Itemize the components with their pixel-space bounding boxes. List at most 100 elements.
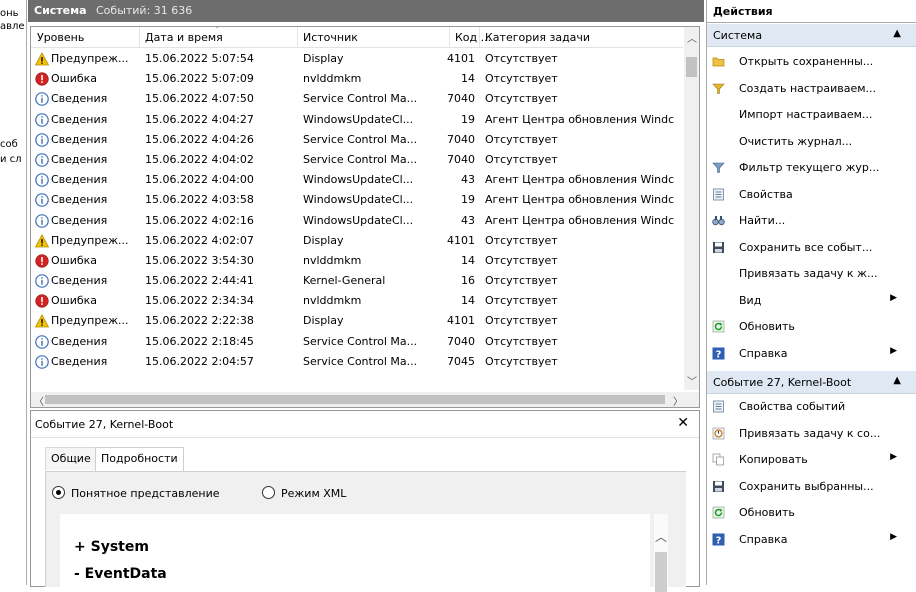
column-category[interactable]: Категория задачи [485, 31, 590, 44]
radio-unselected-icon[interactable] [262, 486, 275, 499]
table-row[interactable]: Предупреж... 15.06.2022 2:22:38 Display 410… [31, 311, 683, 331]
radio-selected-icon[interactable] [52, 486, 65, 499]
action-label: Справка [739, 532, 788, 546]
help-icon: ? [712, 347, 725, 360]
cell-source: WindowsUpdateCl... [303, 112, 414, 126]
table-row[interactable]: Предупреж... 15.06.2022 5:07:54 Display 410… [31, 49, 683, 69]
hscroll-thumb[interactable] [45, 395, 665, 404]
table-row[interactable]: Сведения 15.06.2022 4:04:02 Service Contro… [31, 150, 683, 170]
column-level[interactable]: Уровень [37, 31, 84, 44]
actions-section-system[interactable]: Система ▲ [707, 24, 916, 47]
table-row[interactable]: Сведения 15.06.2022 4:04:00 WindowsUpdateC… [31, 170, 683, 190]
tab-general[interactable]: Общие [45, 447, 97, 470]
table-row[interactable]: Ошибка 15.06.2022 2:34:34 nvlddmkm 14 Отсутс… [31, 291, 683, 311]
action-item[interactable]: Сохранить все событ... [707, 235, 916, 261]
submenu-arrow-icon: ▶ [890, 531, 897, 542]
warning-icon [34, 233, 50, 248]
cell-datetime: 15.06.2022 4:04:02 [145, 152, 254, 166]
column-divider[interactable] [297, 27, 298, 47]
cell-category: Отсутствует [485, 92, 558, 106]
tab-details[interactable]: Подробности [95, 447, 184, 472]
table-row[interactable]: Сведения 15.06.2022 2:18:45 Service Contro… [31, 332, 683, 352]
xml-node-system[interactable]: + System [74, 539, 149, 555]
scroll-up-icon[interactable]: ︿ [655, 528, 667, 545]
action-item[interactable]: Свойства событий [707, 394, 916, 420]
xml-scrollbar[interactable]: ︿ [654, 514, 668, 592]
action-item[interactable]: Привязать задачу к ж... [707, 261, 916, 287]
horizontal-scrollbar[interactable]: 〈 〉 [31, 392, 699, 407]
action-label: Привязать задачу к со... [739, 426, 881, 440]
cell-source: nvlddmkm [303, 72, 362, 86]
close-icon[interactable]: ✕ [677, 415, 689, 431]
xml-node-eventdata[interactable]: - EventData [74, 566, 167, 582]
column-divider[interactable] [139, 27, 140, 47]
cell-level: Сведения [51, 193, 108, 207]
action-label: Обновить [739, 320, 795, 333]
cell-code: 43 [461, 213, 475, 227]
action-item[interactable]: Импорт настраиваем... [707, 102, 916, 128]
action-item[interactable]: Обновить [707, 500, 916, 526]
scroll-left-icon[interactable]: 〈 [34, 393, 44, 407]
collapse-icon[interactable]: ▲ [893, 375, 901, 386]
action-item[interactable]: Фильтр текущего жур... [707, 155, 916, 181]
action-item[interactable]: ? Справка ▶ [707, 527, 916, 553]
xml-view-box: + System - EventData [60, 514, 650, 589]
radio-xml-view[interactable]: Режим XML [262, 486, 346, 500]
detail-title: Событие 27, Kernel-Boot [35, 418, 174, 431]
cell-source: WindowsUpdateCl... [303, 213, 414, 227]
column-source[interactable]: Источник [303, 31, 358, 44]
action-label: Очистить журнал... [739, 134, 853, 148]
table-row[interactable]: Сведения 15.06.2022 4:03:58 WindowsUpdateC… [31, 190, 683, 210]
action-item[interactable]: Привязать задачу к со... [707, 421, 916, 447]
column-datetime[interactable]: Дата и время [145, 31, 223, 44]
action-item[interactable]: Копировать ▶ [707, 447, 916, 473]
action-item[interactable]: Найти... [707, 208, 916, 234]
task-icon [712, 427, 725, 440]
cell-datetime: 15.06.2022 4:03:58 [145, 193, 254, 207]
actions-section-event[interactable]: Событие 27, Kernel-Boot ▲ [707, 371, 916, 394]
left-navigation-pane: онь авле соб и сл [0, 0, 27, 585]
scroll-down-icon[interactable]: ﹀ [687, 373, 697, 388]
left-fragment: соб [0, 139, 18, 150]
action-label: Справка [739, 346, 788, 360]
column-divider[interactable] [479, 27, 480, 47]
cell-category: Отсутствует [485, 334, 558, 348]
action-item[interactable]: Открыть сохраненны... [707, 49, 916, 75]
cell-source: nvlddmkm [303, 294, 362, 308]
cell-level: Ошибка [51, 253, 98, 267]
action-item[interactable]: Обновить [707, 314, 916, 340]
action-item[interactable]: Очистить журнал... [707, 129, 916, 155]
action-label: Сохранить все событ... [739, 240, 873, 254]
radio-friendly-view[interactable]: Понятное представление [52, 486, 220, 500]
scroll-thumb[interactable] [686, 57, 697, 77]
table-row[interactable]: Предупреж... 15.06.2022 4:02:07 Display 410… [31, 231, 683, 251]
table-row[interactable]: Сведения 15.06.2022 4:02:16 WindowsUpdateC… [31, 211, 683, 231]
table-row[interactable]: Сведения 15.06.2022 4:04:26 Service Contro… [31, 130, 683, 150]
action-item[interactable]: Сохранить выбранны... [707, 474, 916, 500]
table-row[interactable]: Ошибка 15.06.2022 3:54:30 nvlddmkm 14 Отсутс… [31, 251, 683, 271]
details-panel: Понятное представление Режим XML + Syste… [45, 471, 686, 592]
table-row[interactable]: Сведения 15.06.2022 2:04:57 Service Contro… [31, 352, 683, 372]
table-row[interactable]: Сведения 15.06.2022 4:07:50 Service Contro… [31, 89, 683, 109]
table-row[interactable]: Ошибка 15.06.2022 5:07:09 nvlddmkm 14 Отсутс… [31, 69, 683, 89]
submenu-arrow-icon: ▶ [890, 292, 897, 303]
action-item[interactable]: Вид ▶ [707, 288, 916, 314]
cell-category: Агент Центра обновления Windc [485, 112, 675, 126]
cell-datetime: 15.06.2022 4:02:16 [145, 213, 254, 227]
cell-source: WindowsUpdateCl... [303, 193, 414, 207]
collapse-icon[interactable]: ▲ [893, 28, 901, 39]
action-item[interactable]: Создать настраиваем... [707, 76, 916, 102]
table-body: Предупреж... 15.06.2022 5:07:54 Display 410… [31, 49, 683, 372]
action-label: Свойства событий [739, 400, 846, 413]
cell-code: 4101 [447, 233, 475, 247]
table-row[interactable]: Сведения 15.06.2022 2:44:41 Kernel-General… [31, 271, 683, 291]
xml-scroll-thumb[interactable] [655, 552, 667, 592]
events-table[interactable]: Уровень Дата и время Источник Код ... Ка… [30, 26, 700, 408]
column-divider[interactable] [449, 27, 450, 47]
table-row[interactable]: Сведения 15.06.2022 4:04:27 WindowsUpdateC… [31, 110, 683, 130]
action-item[interactable]: ? Справка ▶ [707, 341, 916, 367]
vertical-scrollbar[interactable]: ︿ ﹀ [684, 27, 699, 390]
scroll-right-icon[interactable]: 〉 [673, 393, 683, 407]
action-item[interactable]: Свойства [707, 182, 916, 208]
scroll-up-icon[interactable]: ︿ [687, 30, 697, 45]
